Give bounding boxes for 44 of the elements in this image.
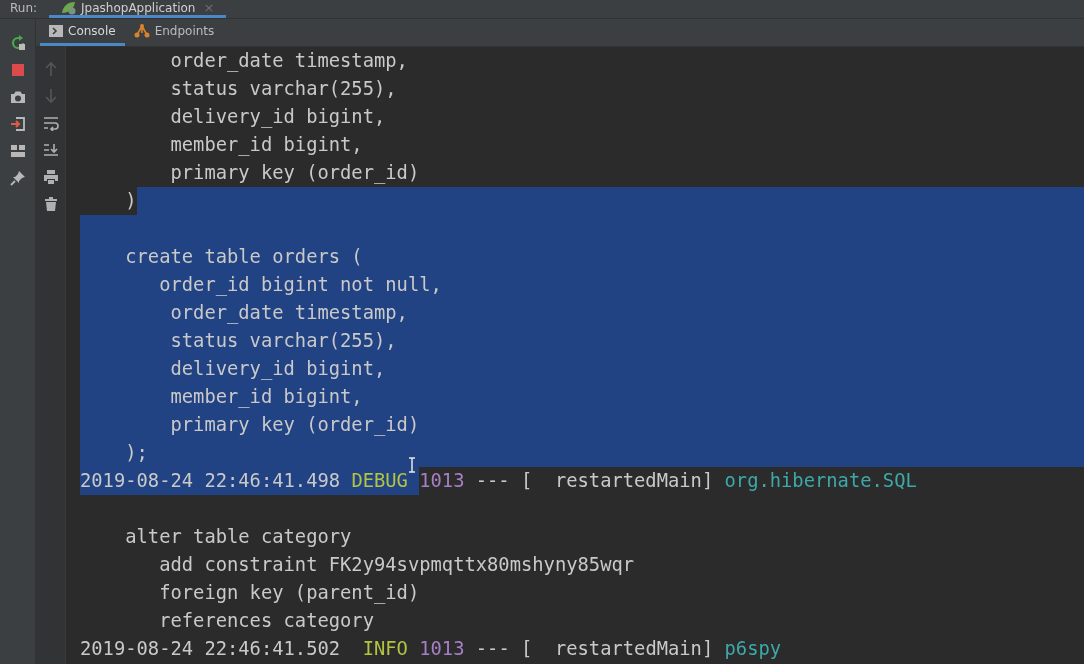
console-text: 2019-08-24 22:46:41.502 [80, 637, 342, 661]
console-text: --- [ restartedMain] [474, 469, 715, 493]
console-text: order_date timestamp, [169, 301, 408, 326]
console-text: --- [ restartedMain] [474, 637, 715, 661]
console-tab[interactable]: Endpoints [124, 19, 224, 46]
run-label: Run: [9, 0, 39, 17]
print-icon[interactable] [42, 168, 59, 185]
terminal-icon [49, 25, 63, 37]
trash-icon[interactable] [42, 195, 59, 212]
console-text: member_id bigint, [169, 133, 363, 158]
log-level: DEBUG [351, 469, 409, 493]
endpoints-icon [133, 23, 150, 39]
soft-wrap-icon[interactable] [42, 114, 59, 131]
layout-icon[interactable] [9, 143, 26, 158]
console-text: create table orders ( [124, 245, 363, 269]
pin-icon[interactable] [9, 169, 26, 186]
console-text: 2019-08-24 22:46:41.498 [80, 469, 342, 493]
stop-icon[interactable] [10, 62, 25, 77]
console-text: references category [158, 609, 374, 633]
console-text: delivery_id bigint, [169, 357, 386, 382]
console-text: primary key (order_id) [169, 161, 420, 186]
console-text: primary key (order_id) [169, 413, 420, 438]
console-text: order_date timestamp, [169, 49, 408, 74]
console-text: add constraint FK2y94svpmqttx80mshyny85wqr [158, 553, 635, 577]
exit-icon[interactable] [9, 115, 26, 132]
console-text: delivery_id bigint, [169, 105, 386, 130]
console-text: member_id bigint, [169, 385, 363, 410]
console-text: ); [124, 441, 148, 465]
scroll-to-end-icon[interactable] [42, 141, 59, 158]
console-text: ) [124, 189, 137, 213]
console-text: order_id bigint not null, [158, 273, 442, 298]
console-text: status varchar(255), [169, 77, 397, 101]
camera-icon[interactable] [9, 89, 26, 104]
rerun-icon[interactable] [9, 34, 26, 51]
leaf-icon [61, 0, 78, 15]
log-level: INFO [362, 637, 409, 661]
logger-name: org.hibernate.SQL [724, 469, 917, 493]
text-cursor-icon [408, 457, 416, 473]
console-text: status varchar(255), [169, 329, 397, 353]
console-text: alter table category [124, 525, 352, 549]
process-id: 1013 [419, 637, 465, 661]
logger-name: p6spy [724, 637, 782, 661]
process-id: 1013 [419, 469, 465, 493]
console-text: foreign key (parent_id) [158, 581, 420, 606]
